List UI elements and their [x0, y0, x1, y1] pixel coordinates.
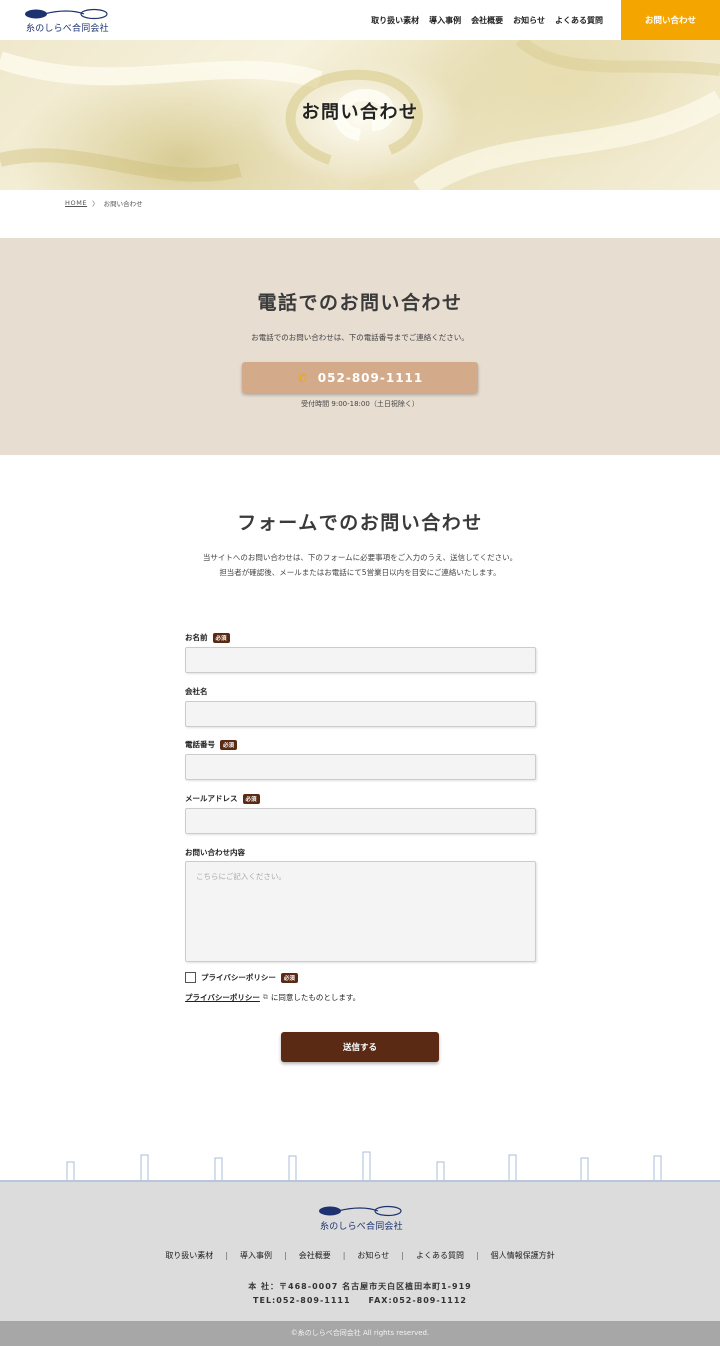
nav-news[interactable]: お知らせ [513, 15, 545, 26]
breadcrumb: HOME 〉 お問い合わせ [65, 198, 143, 208]
phone-hours: 受付時間 9:00-18:00（土日祝除く） [301, 400, 419, 408]
privacy-agree-text: プライバシーポリシー ⧉ に同意したものとします。 [185, 992, 360, 1003]
name-label-text: お名前 [185, 633, 208, 642]
site-logo[interactable]: 糸のしらべ合同会社 [24, 8, 110, 34]
footer-address: 本 社：〒468-0007 名古屋市天白区植田本町1-919 TEL:052-8… [0, 1280, 720, 1308]
email-input[interactable] [185, 808, 536, 834]
footer-nav-news[interactable]: お知らせ [345, 1250, 401, 1261]
phone-icon: ✆ [296, 370, 308, 385]
company-input[interactable] [185, 701, 536, 727]
footer-logo-text: 糸のしらべ合同会社 [320, 1222, 403, 1232]
submit-button[interactable]: 送信する [281, 1032, 439, 1062]
name-input[interactable] [185, 647, 536, 673]
site-header: 糸のしらべ合同会社 取り扱い素材 導入事例 会社概要 お知らせ よくある質問 お… [0, 0, 720, 40]
message-placeholder: こちらにご記入ください。 [196, 872, 286, 881]
tel-label-text: 電話番号 [185, 740, 215, 749]
form-intro-line: 担当者が確認後、メールまたはお電話にて5営業日以内を目安にご連絡いたします。 [219, 568, 501, 577]
logo-mark-icon [25, 8, 108, 20]
footer-nav: 取り扱い素材 | 導入事例 | 会社概要 | お知らせ | よくある質問 | 個… [0, 1250, 720, 1261]
header-contact-button[interactable]: お問い合わせ [621, 0, 720, 40]
nav-company[interactable]: 会社概要 [471, 15, 503, 26]
form-intro: 当サイトへのお問い合わせは、下のフォームに必要事項をご入力のうえ、送信してくださ… [0, 550, 720, 580]
privacy-label: プライバシーポリシー [201, 973, 276, 982]
nav-faq[interactable]: よくある質問 [555, 15, 603, 26]
footer-address-line: 本 社：〒468-0007 名古屋市天白区植田本町1-919 [248, 1282, 472, 1291]
logo-mark-icon [319, 1205, 402, 1217]
required-badge: 必須 [220, 739, 238, 750]
hero-banner: お問い合わせ [0, 40, 720, 190]
email-label: メールアドレス 必須 [185, 793, 260, 804]
site-footer: 糸のしらべ合同会社 取り扱い素材 | 導入事例 | 会社概要 | お知らせ | … [0, 1180, 720, 1321]
logo-text: 糸のしらべ合同会社 [26, 24, 109, 34]
footer-thread-decoration [66, 1151, 662, 1182]
footer-logo[interactable]: 糸のしらべ合同会社 [318, 1204, 404, 1232]
message-label: お問い合わせ内容 [185, 847, 245, 858]
breadcrumb-current: お問い合わせ [103, 200, 143, 208]
message-label-text: お問い合わせ内容 [185, 848, 245, 857]
footer-nav-company[interactable]: 会社概要 [287, 1250, 343, 1261]
phone-contact-section: 電話でのお問い合わせ お電話でのお問い合わせは、下の電話番号までご連絡ください。… [0, 238, 720, 455]
phone-section-description: お電話でのお問い合わせは、下の電話番号までご連絡ください。 [251, 333, 469, 342]
required-badge: 必須 [280, 972, 298, 983]
message-textarea[interactable]: こちらにご記入ください。 [185, 861, 536, 962]
footer-nav-cases[interactable]: 導入事例 [228, 1250, 284, 1261]
email-label-text: メールアドレス [185, 794, 238, 803]
phone-section-title: 電話でのお問い合わせ [257, 292, 463, 314]
footer-nav-materials[interactable]: 取り扱い素材 [153, 1250, 225, 1261]
breadcrumb-separator: 〉 [92, 200, 99, 208]
required-badge: 必須 [242, 793, 260, 804]
nav-materials[interactable]: 取り扱い素材 [371, 15, 419, 26]
tel-label: 電話番号 必須 [185, 739, 238, 750]
footer-nav-faq[interactable]: よくある質問 [404, 1250, 476, 1261]
privacy-policy-link[interactable]: プライバシーポリシー [185, 992, 260, 1003]
agree-text: に同意したものとします。 [270, 993, 361, 1002]
page-title: お問い合わせ [301, 102, 419, 123]
tel-input[interactable] [185, 754, 536, 780]
external-link-icon: ⧉ [262, 993, 268, 1001]
breadcrumb-home[interactable]: HOME [65, 199, 87, 207]
phone-number: 052-809-1111 [317, 370, 424, 385]
name-label: お名前 必須 [185, 632, 230, 643]
form-intro-line: 当サイトへのお問い合わせは、下のフォームに必要事項をご入力のうえ、送信してくださ… [202, 553, 518, 562]
phone-call-button[interactable]: ✆ 052-809-1111 [242, 362, 478, 393]
privacy-consent-row: プライバシーポリシー 必須 [185, 972, 298, 983]
footer-contact-line: TEL:052-809-1111 FAX:052-809-1112 [253, 1296, 467, 1305]
privacy-checkbox[interactable] [185, 972, 196, 983]
footer-nav-privacy[interactable]: 個人情報保護方針 [479, 1250, 567, 1261]
form-section-title: フォームでのお問い合わせ [237, 512, 483, 534]
required-badge: 必須 [212, 632, 230, 643]
company-label: 会社名 [185, 686, 208, 697]
copyright: ©糸のしらべ合同会社 All rights reserved. [0, 1321, 720, 1346]
global-nav: 取り扱い素材 導入事例 会社概要 お知らせ よくある質問 [371, 0, 603, 40]
company-label-text: 会社名 [185, 687, 208, 696]
nav-cases[interactable]: 導入事例 [429, 15, 461, 26]
